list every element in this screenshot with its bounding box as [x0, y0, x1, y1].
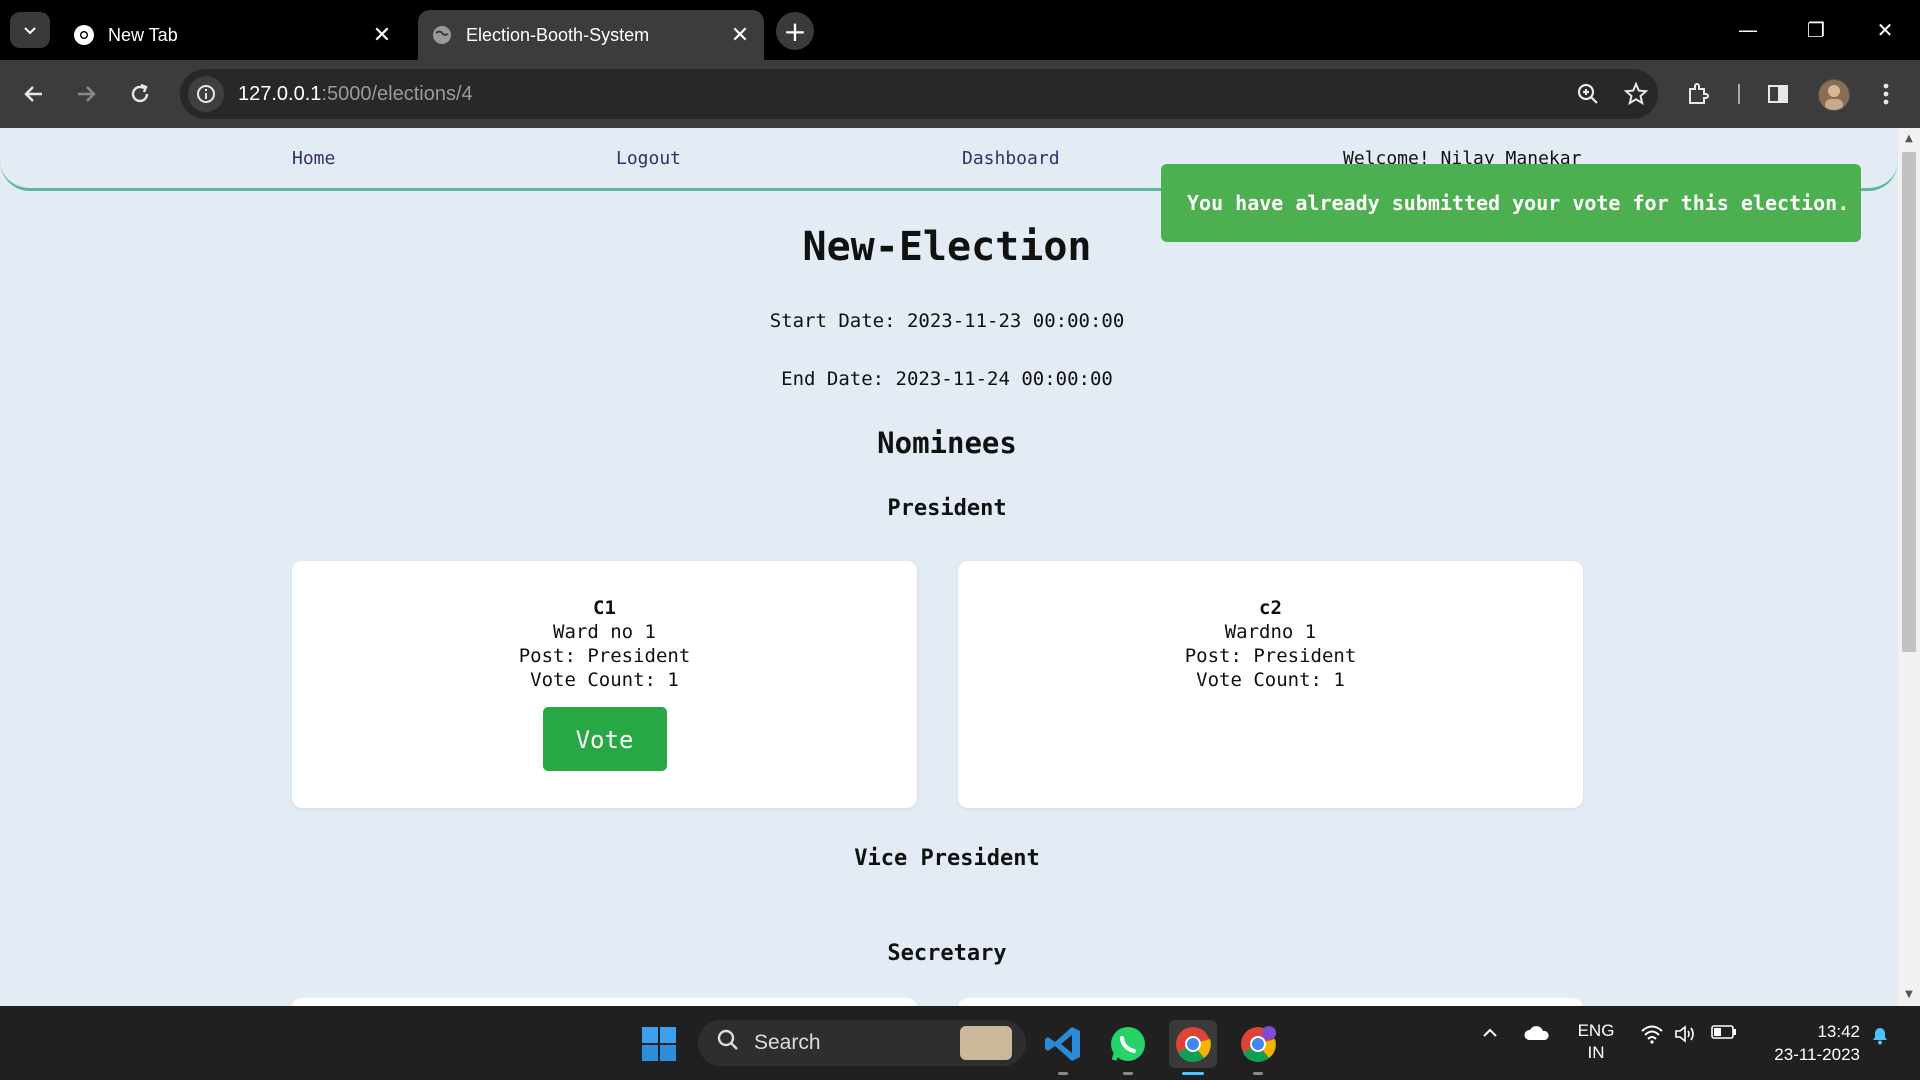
nav-logout-link[interactable]: Logout — [616, 148, 681, 169]
window-close-icon[interactable]: ✕ — [1855, 10, 1915, 50]
scroll-thumb[interactable] — [1902, 152, 1916, 652]
onedrive-icon[interactable] — [1522, 1024, 1552, 1042]
post-heading-secretary: Secretary — [887, 941, 1007, 966]
windows-start-icon[interactable] — [635, 1020, 683, 1068]
nav-home-link[interactable]: Home — [292, 148, 335, 169]
toolbar-separator — [1738, 84, 1740, 104]
volume-icon[interactable] — [1672, 1024, 1700, 1044]
nav-dashboard-link[interactable]: Dashboard — [962, 148, 1060, 169]
globe-icon — [430, 23, 454, 47]
candidate-ward: Ward no 1 — [553, 621, 656, 643]
taskbar-search[interactable]: Search — [698, 1020, 1026, 1066]
candidate-card-partial — [958, 998, 1583, 1006]
tab-election-booth[interactable]: Election-Booth-System ✕ — [418, 10, 764, 60]
vote-button[interactable]: Vote — [542, 707, 667, 771]
election-title: New-Election — [802, 224, 1092, 270]
site-info-icon[interactable] — [188, 76, 224, 112]
candidate-name: C1 — [593, 597, 616, 619]
candidate-name: c2 — [1259, 597, 1282, 619]
close-icon[interactable]: ✕ — [724, 19, 756, 51]
clock-date: 23-11-2023 — [1774, 1045, 1860, 1064]
vscode-icon[interactable] — [1039, 1020, 1087, 1068]
reload-icon[interactable] — [120, 74, 160, 114]
tab-search-button[interactable] — [10, 12, 50, 48]
candidate-post: Post: President — [518, 645, 691, 667]
post-heading-president: President — [887, 496, 1007, 521]
scroll-up-icon[interactable]: ▲ — [1902, 132, 1916, 146]
search-label: Search — [754, 1031, 821, 1054]
chrome-icon — [72, 23, 96, 47]
search-highlight-image — [960, 1026, 1012, 1060]
forward-icon[interactable] — [66, 74, 106, 114]
close-icon[interactable]: ✕ — [366, 19, 398, 51]
minimize-icon[interactable]: — — [1718, 10, 1778, 50]
wifi-icon[interactable] — [1638, 1024, 1666, 1044]
candidate-card: C1 Ward no 1 Post: President Vote Count:… — [292, 561, 917, 808]
end-date: End Date: 2023-11-24 00:00:00 — [781, 368, 1113, 390]
tab-new-tab[interactable]: New Tab ✕ — [60, 10, 406, 60]
whatsapp-icon[interactable] — [1104, 1020, 1152, 1068]
candidate-post: Post: President — [1184, 645, 1357, 667]
zoom-icon[interactable] — [1572, 78, 1604, 110]
nominees-heading: Nominees — [877, 426, 1017, 460]
app-running-indicator — [1253, 1072, 1263, 1075]
system-clock[interactable]: 13:42 23-11-2023 — [1756, 1020, 1860, 1066]
windows-taskbar: Search ENG IN 13:42 23-11-2023 — [0, 1006, 1920, 1080]
chrome-profile-icon[interactable] — [1234, 1020, 1282, 1068]
post-heading-vice-president: Vice President — [854, 846, 1040, 871]
chevron-down-icon — [24, 27, 36, 35]
clock-time: 13:42 — [1817, 1022, 1860, 1041]
back-icon[interactable] — [14, 74, 54, 114]
browser-tab-bar: New Tab ✕ Election-Booth-System ✕ + — ❐ … — [0, 0, 1920, 60]
candidate-card: c2 Wardno 1 Post: President Vote Count: … — [958, 561, 1583, 808]
app-running-indicator — [1123, 1072, 1133, 1075]
new-tab-button[interactable]: + — [776, 12, 814, 50]
search-icon — [716, 1028, 740, 1058]
url-text: 127.0.0.1:5000/elections/4 — [238, 82, 473, 105]
app-active-indicator — [1182, 1072, 1204, 1075]
candidate-card-partial — [292, 998, 917, 1006]
candidate-vote-count: Vote Count: 1 — [1196, 669, 1345, 691]
chevron-up-icon[interactable] — [1478, 1024, 1502, 1042]
tab-title: Election-Booth-System — [466, 24, 650, 45]
tab-title: New Tab — [108, 24, 178, 45]
bookmark-star-icon[interactable] — [1620, 78, 1652, 110]
address-bar[interactable]: 127.0.0.1:5000/elections/4 — [180, 69, 1658, 119]
start-date: Start Date: 2023-11-23 00:00:00 — [769, 310, 1125, 332]
notification-bell-icon[interactable] — [1866, 1024, 1894, 1046]
page-viewport: Home Logout Dashboard Welcome! Nilay Man… — [0, 128, 1898, 1006]
restore-icon[interactable]: ❐ — [1786, 10, 1846, 50]
extensions-icon[interactable] — [1680, 76, 1716, 112]
candidate-vote-count: Vote Count: 1 — [530, 669, 679, 691]
profile-avatar[interactable] — [1818, 79, 1850, 111]
language-indicator[interactable]: ENG IN — [1572, 1020, 1620, 1064]
battery-icon[interactable] — [1710, 1024, 1738, 1040]
scroll-down-icon[interactable]: ▼ — [1902, 988, 1916, 1002]
chrome-taskbar-icon[interactable] — [1169, 1020, 1217, 1068]
app-running-indicator — [1058, 1072, 1068, 1075]
candidate-ward: Wardno 1 — [1224, 621, 1317, 643]
side-panel-icon[interactable] — [1760, 76, 1796, 112]
page-scrollbar[interactable]: ▲ ▼ — [1898, 128, 1920, 1006]
browser-toolbar: 127.0.0.1:5000/elections/4 — [0, 60, 1920, 128]
more-menu-icon[interactable] — [1868, 76, 1904, 112]
